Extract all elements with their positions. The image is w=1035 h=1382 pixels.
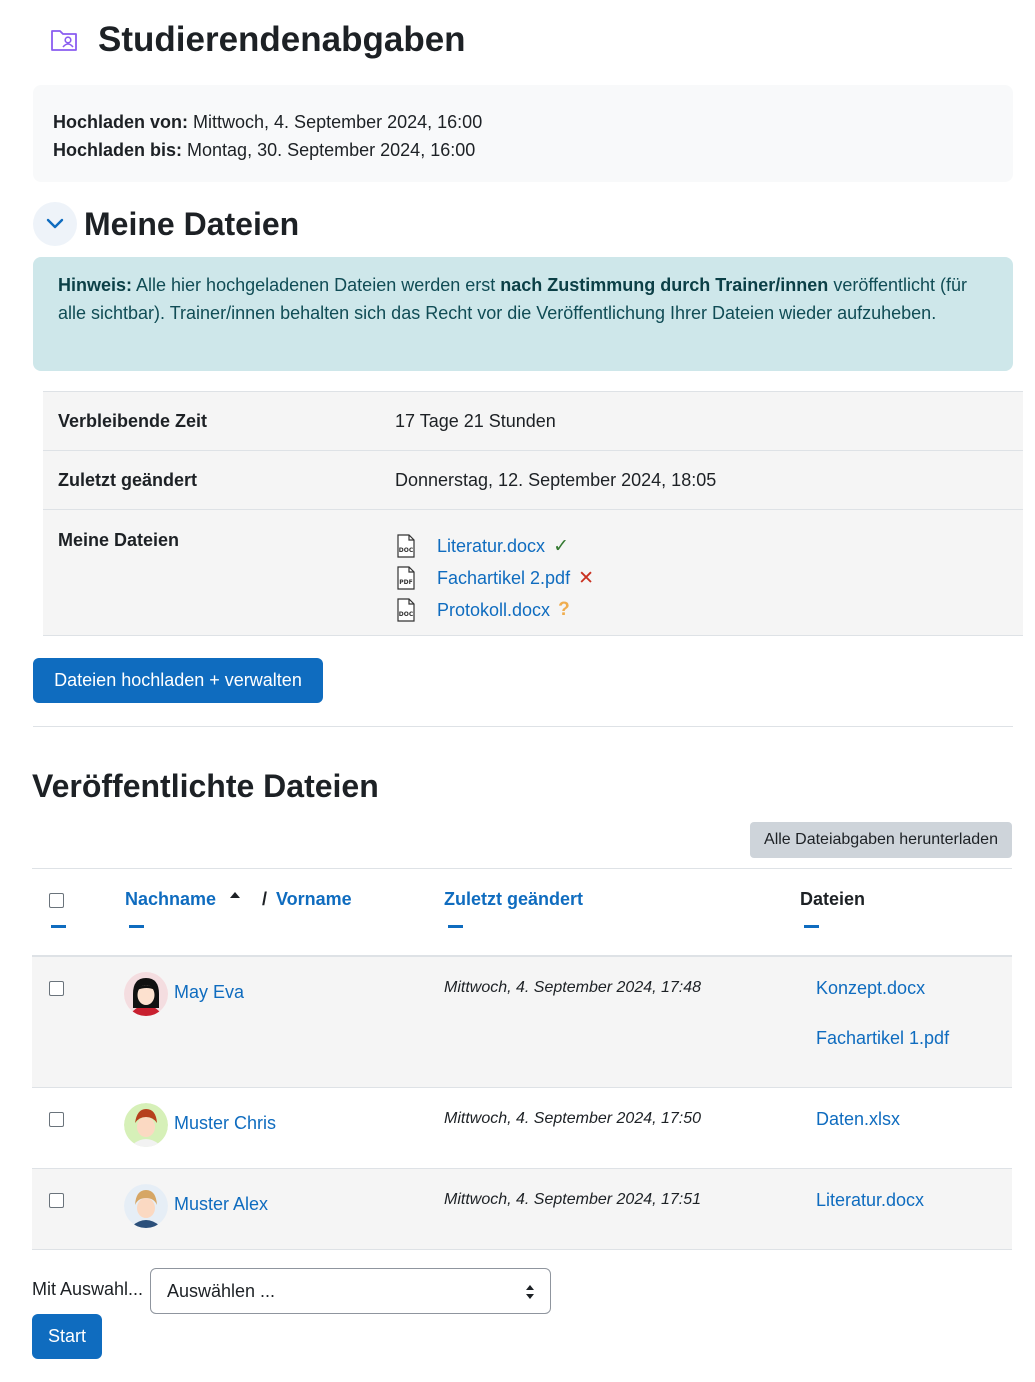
rejected-cross-icon: ✕ <box>578 567 594 589</box>
avatar <box>124 1184 168 1228</box>
hide-column-icon[interactable] <box>51 925 66 928</box>
doc-file-icon: DOC <box>397 598 415 622</box>
file-link[interactable]: Fachartikel 2.pdf <box>437 568 570 589</box>
file-link[interactable]: Konzept.docx <box>816 978 925 999</box>
upload-manage-button[interactable]: Dateien hochladen + verwalten <box>33 658 323 703</box>
row-checkbox[interactable] <box>49 1193 64 1208</box>
row-label: Verbleibende Zeit <box>58 410 208 431</box>
select-arrows-icon <box>526 1285 534 1299</box>
avatar <box>124 1103 168 1147</box>
published-files-title: Veröffentlichte Dateien <box>32 768 379 804</box>
file-item: DOC Literatur.docx ✓ <box>395 530 1023 562</box>
bulk-action-select[interactable]: Auswählen ... <box>150 1268 551 1314</box>
hide-column-icon[interactable] <box>804 925 819 928</box>
page-title: Studierendenabgaben <box>98 20 466 59</box>
file-link[interactable]: Protokoll.docx <box>437 600 550 621</box>
select-all-checkbox[interactable] <box>49 893 64 908</box>
my-files-heading: Meine Dateien <box>33 202 299 246</box>
page-header: Studierendenabgaben <box>48 16 466 64</box>
file-link[interactable]: Fachartikel 1.pdf <box>816 1028 949 1049</box>
remaining-time-row: Verbleibende Zeit 17 Tage 21 Stunden <box>43 392 1023 451</box>
file-link[interactable]: Literatur.docx <box>816 1190 924 1211</box>
file-list: DOC Literatur.docx ✓ PDF Fachartikel 2.p… <box>395 530 1023 635</box>
avatar <box>124 972 168 1016</box>
file-item: PDF Fachartikel 2.pdf ✕ <box>395 562 1023 594</box>
table-header: Nachname / Vorname Zuletzt geändert Date… <box>32 869 1012 957</box>
sort-firstname-link[interactable]: Vorname <box>276 889 352 910</box>
my-files-row: Meine Dateien DOC Literatur.docx ✓ PDF F… <box>43 510 1023 636</box>
pending-question-icon: ? <box>558 599 570 620</box>
approved-check-icon: ✓ <box>553 535 569 557</box>
modified-date: Mittwoch, 4. September 2024, 17:51 <box>444 1191 702 1208</box>
submission-status-table: Verbleibende Zeit 17 Tage 21 Stunden Zul… <box>43 391 1023 636</box>
upload-dates-box: Hochladen von: Mittwoch, 4. September 20… <box>33 85 1013 182</box>
start-button[interactable]: Start <box>32 1314 102 1359</box>
published-files-table: Nachname / Vorname Zuletzt geändert Date… <box>32 868 1012 1250</box>
file-link[interactable]: Daten.xlsx <box>816 1109 900 1130</box>
file-item: DOC Protokoll.docx ? <box>395 594 1023 626</box>
user-link[interactable]: May Eva <box>174 982 244 1003</box>
row-checkbox[interactable] <box>49 981 64 996</box>
select-value: Auswählen ... <box>167 1280 276 1301</box>
download-all-button[interactable]: Alle Dateiabgaben herunterladen <box>750 822 1012 858</box>
collapse-toggle-button[interactable] <box>33 202 77 246</box>
svg-text:DOC: DOC <box>399 611 414 618</box>
doc-file-icon: DOC <box>397 534 415 558</box>
row-value: Donnerstag, 12. September 2024, 18:05 <box>395 469 717 490</box>
column-separator: / <box>262 889 268 909</box>
hide-column-icon[interactable] <box>129 925 144 928</box>
file-link[interactable]: Literatur.docx <box>437 536 545 557</box>
sort-ascending-icon <box>230 892 240 898</box>
user-link[interactable]: Muster Alex <box>174 1194 268 1215</box>
pdf-file-icon: PDF <box>397 566 415 590</box>
row-label: Meine Dateien <box>58 530 180 550</box>
divider <box>33 726 1013 727</box>
table-row: Muster Chris Mittwoch, 4. September 2024… <box>32 1088 1012 1169</box>
row-value: 17 Tage 21 Stunden <box>395 410 556 431</box>
table-row: May Eva Mittwoch, 4. September 2024, 17:… <box>32 957 1012 1088</box>
last-modified-row: Zuletzt geändert Donnerstag, 12. Septemb… <box>43 451 1023 510</box>
modified-date: Mittwoch, 4. September 2024, 17:50 <box>444 1110 702 1127</box>
svg-text:DOC: DOC <box>399 547 414 554</box>
files-column-header: Dateien <box>800 889 866 909</box>
chevron-down-icon <box>46 218 64 229</box>
row-checkbox[interactable] <box>49 1112 64 1127</box>
row-label: Zuletzt geändert <box>58 469 198 490</box>
notice-box: Hinweis: Alle hier hochgeladenen Dateien… <box>33 257 1013 371</box>
bulk-action-label: Mit Auswahl... <box>32 1279 144 1299</box>
svg-text:PDF: PDF <box>399 579 412 586</box>
modified-date: Mittwoch, 4. September 2024, 17:48 <box>444 979 702 996</box>
section-title: Meine Dateien <box>84 205 300 242</box>
user-link[interactable]: Muster Chris <box>174 1113 276 1134</box>
sort-modified-link[interactable]: Zuletzt geändert <box>444 889 583 910</box>
upload-from: Hochladen von: Mittwoch, 4. September 20… <box>53 112 483 132</box>
sort-lastname-link[interactable]: Nachname <box>125 889 216 910</box>
upload-until: Hochladen bis: Montag, 30. September 202… <box>53 140 476 160</box>
folder-user-icon <box>51 30 77 51</box>
hide-column-icon[interactable] <box>448 925 463 928</box>
table-row: Muster Alex Mittwoch, 4. September 2024,… <box>32 1169 1012 1250</box>
